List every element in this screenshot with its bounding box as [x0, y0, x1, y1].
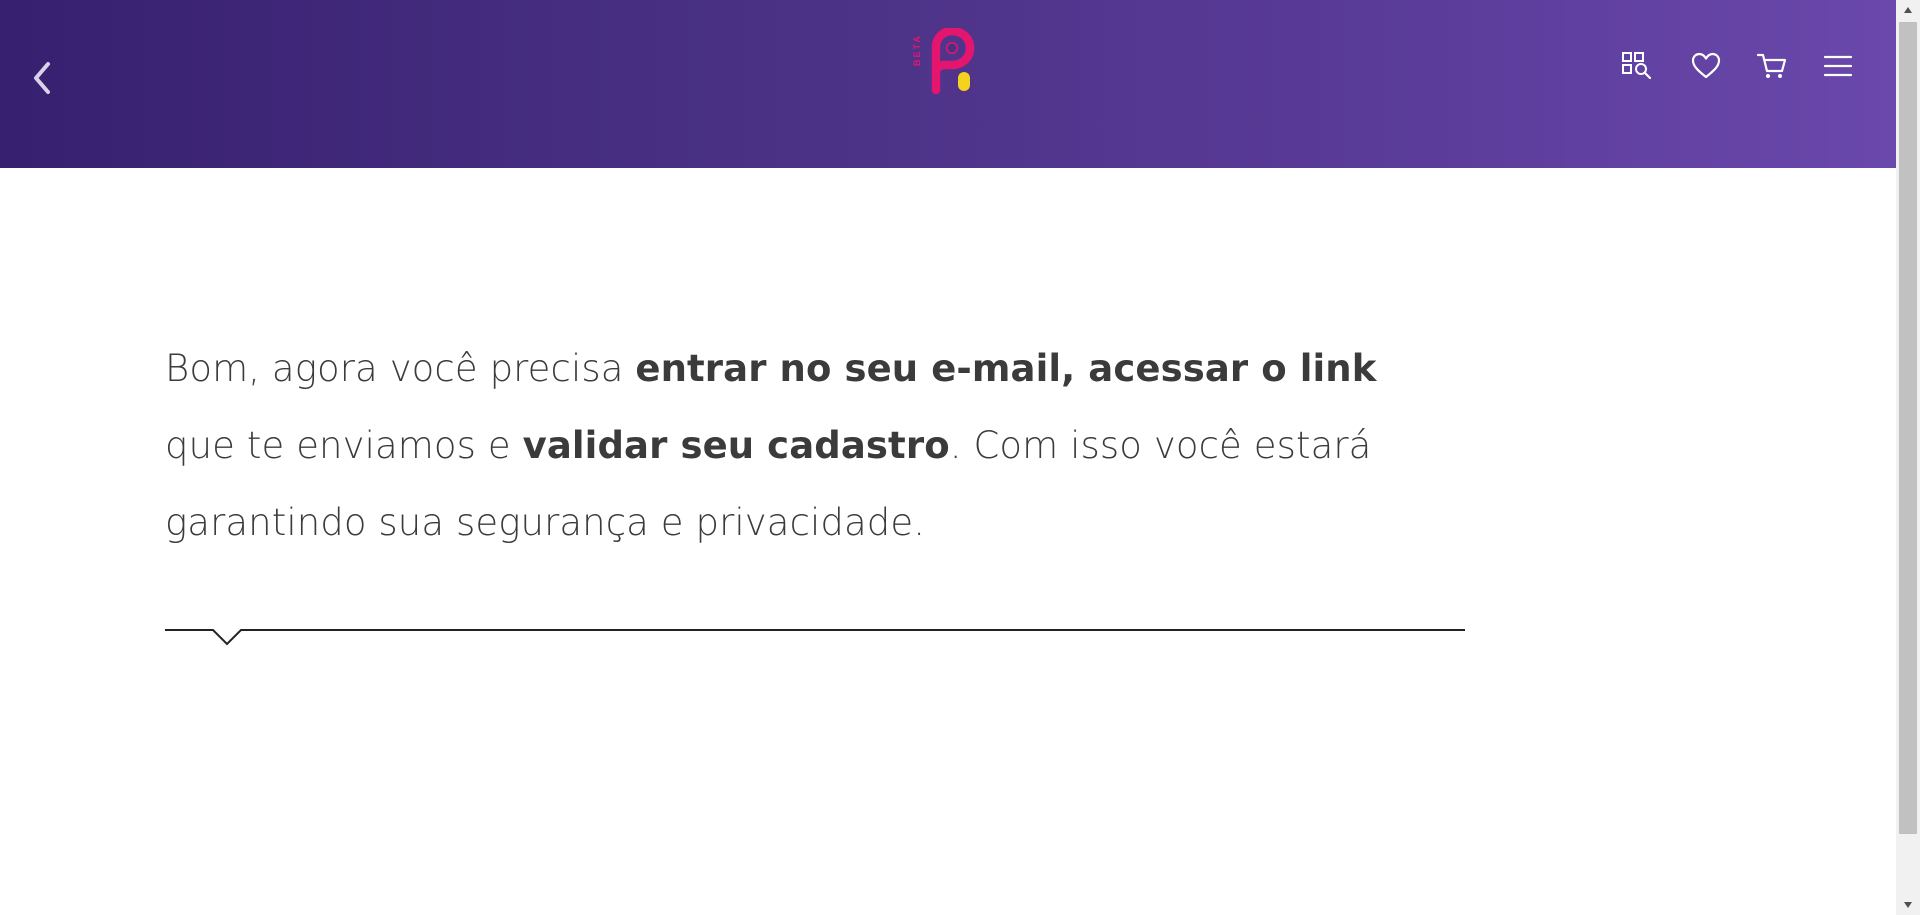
message-emphasis: validar seu cadastro [522, 424, 950, 467]
top-header: BETA [0, 0, 1896, 168]
scroll-up-button[interactable] [1896, 0, 1920, 20]
category-search-icon [1621, 50, 1655, 87]
chevron-left-icon [30, 60, 54, 101]
brand-logo[interactable]: BETA [912, 26, 986, 98]
main-content: Bom, agora você precisa entrar no seu e-… [165, 330, 1465, 561]
heart-icon [1690, 51, 1722, 86]
verification-message: Bom, agora você precisa entrar no seu e-… [165, 330, 1465, 561]
cart-icon [1756, 51, 1788, 86]
triangle-down-icon [1903, 896, 1913, 914]
message-text: garantindo sua segurança e privacidade. [165, 501, 926, 544]
logo-beta-badge: BETA [912, 34, 922, 66]
scroll-thumb[interactable] [1899, 22, 1917, 834]
cart-button[interactable] [1754, 50, 1790, 86]
message-text: . Com isso você estará [949, 424, 1372, 467]
section-divider [165, 629, 1465, 646]
message-emphasis: entrar no seu e-mail, acessar o link [635, 347, 1377, 390]
menu-icon [1822, 52, 1854, 85]
logo-mark-icon [931, 26, 975, 95]
page: BETA Bom, agora você precisa entrar no s… [0, 0, 1920, 915]
message-text: Bom, agora você precisa [165, 347, 636, 390]
message-text: que te enviamos e [165, 424, 523, 467]
menu-button[interactable] [1820, 50, 1856, 86]
vertical-scrollbar[interactable] [1896, 0, 1920, 915]
scroll-down-button[interactable] [1896, 895, 1920, 915]
back-button[interactable] [22, 60, 62, 100]
triangle-up-icon [1903, 1, 1913, 19]
favorites-button[interactable] [1688, 50, 1724, 86]
category-search-button[interactable] [1620, 50, 1656, 86]
